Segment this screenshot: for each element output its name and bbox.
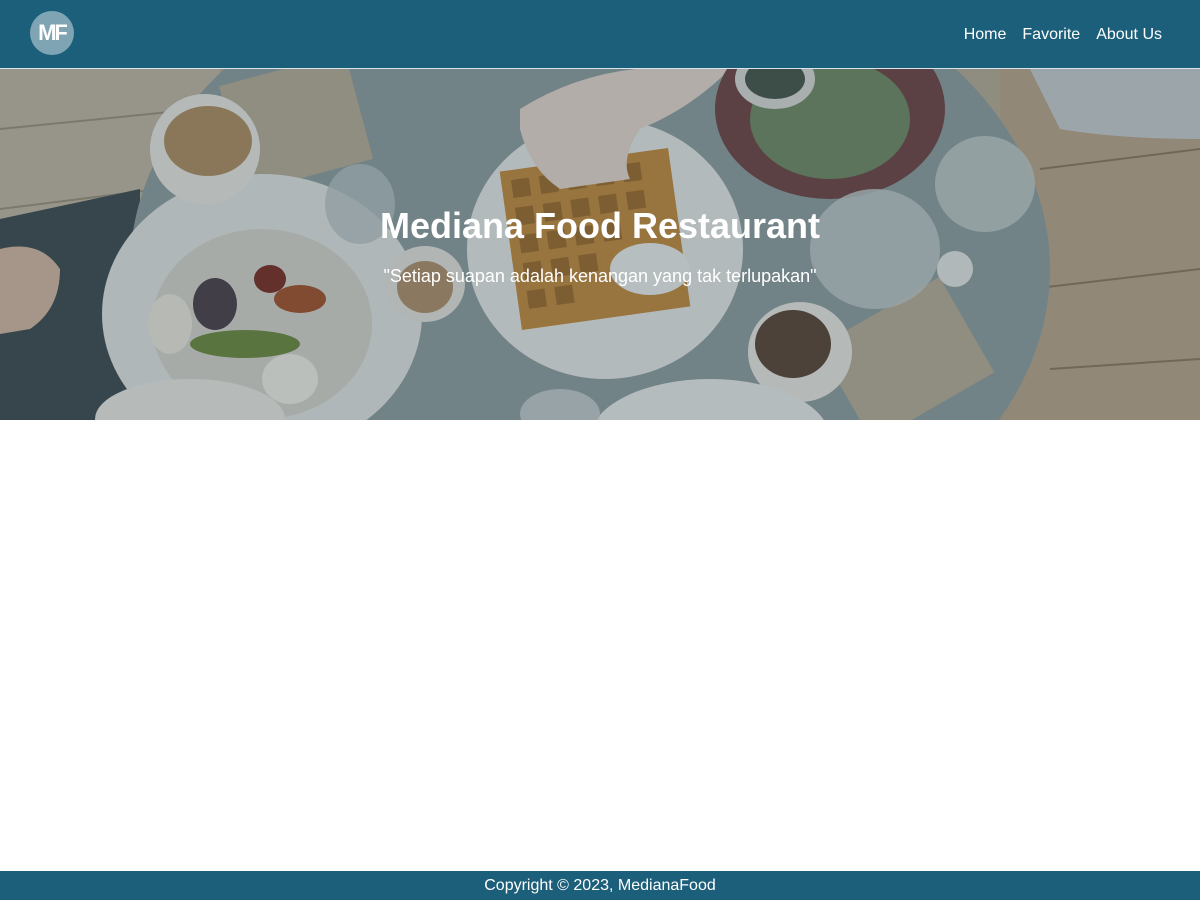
- hero-banner: Mediana Food Restaurant "Setiap suapan a…: [0, 69, 1200, 420]
- site-header: MF Home Favorite About Us: [0, 0, 1200, 69]
- hero-tagline: "Setiap suapan adalah kenangan yang tak …: [383, 266, 817, 286]
- site-footer: Copyright © 2023, MedianaFood: [0, 871, 1200, 900]
- nav-home-link[interactable]: Home: [964, 26, 1007, 44]
- logo-text: MF: [38, 20, 68, 45]
- nav-about-us-link[interactable]: About Us: [1096, 26, 1162, 44]
- mf-logo-icon[interactable]: MF: [30, 11, 74, 55]
- main-nav: Home Favorite About Us: [948, 0, 1162, 69]
- hero-title: Mediana Food Restaurant: [379, 205, 821, 246]
- footer-copyright: Copyright © 2023, MedianaFood: [484, 877, 716, 894]
- nav-favorite-link[interactable]: Favorite: [1022, 26, 1080, 44]
- main-content: [0, 420, 1200, 871]
